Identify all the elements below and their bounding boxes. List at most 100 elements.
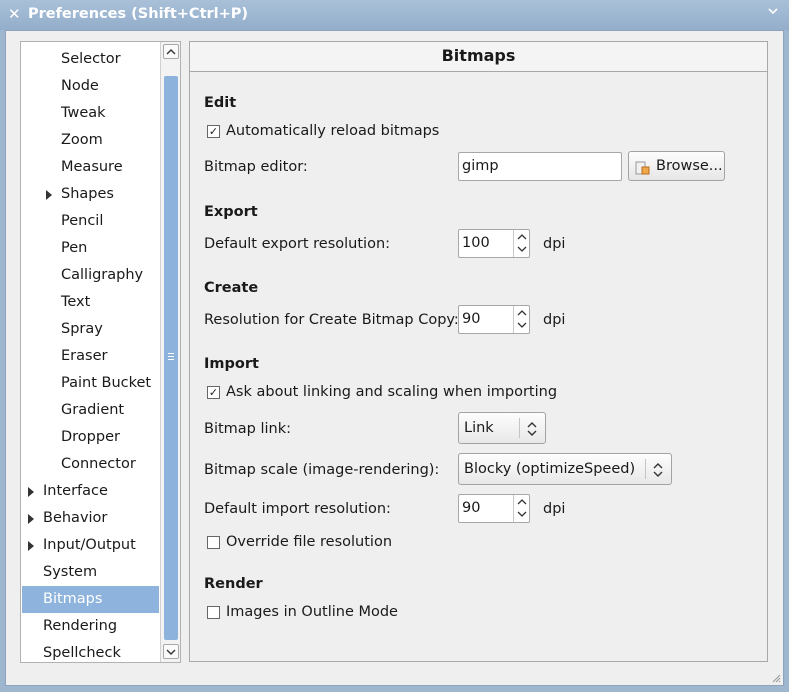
sidebar-item-pen[interactable]: Pen — [22, 235, 159, 262]
sidebar-item-spellcheck[interactable]: Spellcheck — [22, 640, 159, 662]
sidebar-item-label: Spellcheck — [43, 645, 121, 661]
create-unit: dpi — [543, 312, 566, 328]
sidebar-item-eraser[interactable]: Eraser — [22, 343, 159, 370]
sidebar-item-label: Rendering — [43, 618, 118, 634]
export-heading: Export — [204, 204, 258, 220]
expander-arrow-icon[interactable] — [46, 190, 52, 200]
override-resolution-checkbox[interactable] — [207, 536, 220, 549]
combo-arrows-icon — [527, 422, 537, 436]
sidebar-item-label: Shapes — [61, 186, 114, 202]
bitmap-link-label: Bitmap link: — [204, 421, 292, 437]
sidebar-item-bitmaps[interactable]: Bitmaps — [22, 586, 159, 613]
sidebar-item-label: Interface — [43, 483, 108, 499]
expander-arrow-icon[interactable] — [28, 487, 34, 497]
scroll-up-button[interactable] — [163, 44, 179, 59]
preferences-window: Selector Node Tweak Zoom Measure Shapes Pencil… — [5, 30, 784, 686]
sidebar-item-label: Pen — [61, 240, 88, 256]
auto-reload-checkbox[interactable]: ✓ — [207, 125, 220, 138]
sidebar-item-measure[interactable]: Measure — [22, 154, 159, 181]
sidebar-item-label: Measure — [61, 159, 123, 175]
bitmaps-panel: Bitmaps Edit ✓ Automatically reload bitm… — [189, 41, 768, 662]
export-unit: dpi — [543, 236, 566, 252]
sidebar-item-tweak[interactable]: Tweak — [22, 100, 159, 127]
panel-title: Bitmaps — [190, 42, 767, 72]
export-resolution-spinbox[interactable]: 100 — [458, 229, 530, 258]
export-resolution-label: Default export resolution: — [204, 236, 391, 252]
sidebar-item-label: Paint Bucket — [61, 375, 152, 391]
sidebar-item-pencil[interactable]: Pencil — [22, 208, 159, 235]
outline-mode-label[interactable]: Images in Outline Mode — [226, 604, 398, 620]
create-resolution-spinbox[interactable]: 90 — [458, 305, 530, 334]
sidebar-item-label: System — [43, 564, 98, 580]
sidebar-item-system[interactable]: System — [22, 559, 159, 586]
spin-arrows-icon[interactable] — [513, 306, 529, 333]
sidebar-item-label: Tweak — [61, 105, 106, 121]
sidebar-item-shapes[interactable]: Shapes — [22, 181, 159, 208]
import-resolution-spinbox[interactable]: 90 — [458, 494, 530, 523]
sidebar-item-label: Pencil — [61, 213, 104, 229]
sidebar-item-rendering[interactable]: Rendering — [22, 613, 159, 640]
create-heading: Create — [204, 280, 259, 296]
sidebar-item-node[interactable]: Node — [22, 73, 159, 100]
combo-separator — [519, 418, 520, 438]
override-resolution-label[interactable]: Override file resolution — [226, 534, 392, 550]
ask-linking-checkbox[interactable]: ✓ — [207, 386, 220, 399]
sidebar-item-spray[interactable]: Spray — [22, 316, 159, 343]
sidebar-item-input-output[interactable]: Input/Output — [22, 532, 159, 559]
bitmap-editor-input[interactable]: gimp — [458, 152, 622, 181]
scroll-grip-icon — [168, 353, 174, 361]
sidebar-item-label: Behavior — [43, 510, 108, 526]
sidebar-item-label: Selector — [61, 51, 121, 67]
sidebar-item-label: Connector — [61, 456, 136, 472]
scroll-thumb[interactable] — [164, 76, 178, 640]
sidebar-item-text[interactable]: Text — [22, 289, 159, 316]
expander-arrow-icon[interactable] — [28, 514, 34, 524]
import-unit: dpi — [543, 501, 566, 517]
sidebar-item-label: Input/Output — [43, 537, 136, 553]
close-icon[interactable]: ✕ — [8, 5, 21, 23]
export-resolution-value: 100 — [462, 235, 490, 251]
ask-linking-label[interactable]: Ask about linking and scaling when impor… — [226, 384, 557, 400]
sidebar-item-label: Bitmaps — [43, 591, 103, 607]
sidebar-item-gradient[interactable]: Gradient — [22, 397, 159, 424]
import-heading: Import — [204, 356, 259, 372]
expander-arrow-icon[interactable] — [28, 541, 34, 551]
sidebar-item-zoom[interactable]: Zoom — [22, 127, 159, 154]
resize-grip-icon[interactable] — [771, 673, 781, 683]
combo-separator — [645, 459, 646, 479]
sidebar-item-selector[interactable]: Selector — [22, 46, 159, 73]
bitmap-editor-label: Bitmap editor: — [204, 159, 308, 175]
render-heading: Render — [204, 576, 263, 592]
auto-reload-label[interactable]: Automatically reload bitmaps — [226, 123, 439, 139]
bitmap-scale-label: Bitmap scale (image-rendering): — [204, 462, 440, 478]
sidebar-item-label: Calligraphy — [61, 267, 144, 283]
sidebar-item-connector[interactable]: Connector — [22, 451, 159, 478]
sidebar-item-calligraphy[interactable]: Calligraphy — [22, 262, 159, 289]
window-title: Preferences (Shift+Ctrl+P) — [28, 6, 249, 22]
sidebar-item-label: Zoom — [61, 132, 103, 148]
bitmap-scale-value: Blocky (optimizeSpeed) — [464, 461, 636, 477]
folder-icon — [635, 158, 651, 186]
bitmap-editor-value: gimp — [462, 158, 499, 174]
bitmap-scale-combo[interactable]: Blocky (optimizeSpeed) — [458, 453, 672, 485]
import-resolution-label: Default import resolution: — [204, 501, 391, 517]
sidebar-item-interface[interactable]: Interface — [22, 478, 159, 505]
sidebar-item-label: Dropper — [61, 429, 120, 445]
title-bar: ✕ Preferences (Shift+Ctrl+P) — [0, 0, 789, 30]
window-menu-icon[interactable] — [767, 5, 779, 20]
sidebar-item-dropper[interactable]: Dropper — [22, 424, 159, 451]
scroll-down-button[interactable] — [163, 644, 179, 659]
sidebar-item-label: Spray — [61, 321, 103, 337]
create-resolution-label: Resolution for Create Bitmap Copy: — [204, 312, 459, 328]
spin-arrows-icon[interactable] — [513, 230, 529, 257]
sidebar-item-paint-bucket[interactable]: Paint Bucket — [22, 370, 159, 397]
spin-arrows-icon[interactable] — [513, 495, 529, 522]
sidebar-item-behavior[interactable]: Behavior — [22, 505, 159, 532]
browse-button[interactable]: Browse... — [628, 151, 725, 181]
outline-mode-checkbox[interactable] — [207, 606, 220, 619]
bitmap-link-combo[interactable]: Link — [458, 412, 546, 444]
sidebar-item-label: Eraser — [61, 348, 108, 364]
tree-scrollbar[interactable] — [160, 42, 180, 662]
sidebar-item-label: Gradient — [61, 402, 125, 418]
edit-heading: Edit — [204, 95, 237, 111]
